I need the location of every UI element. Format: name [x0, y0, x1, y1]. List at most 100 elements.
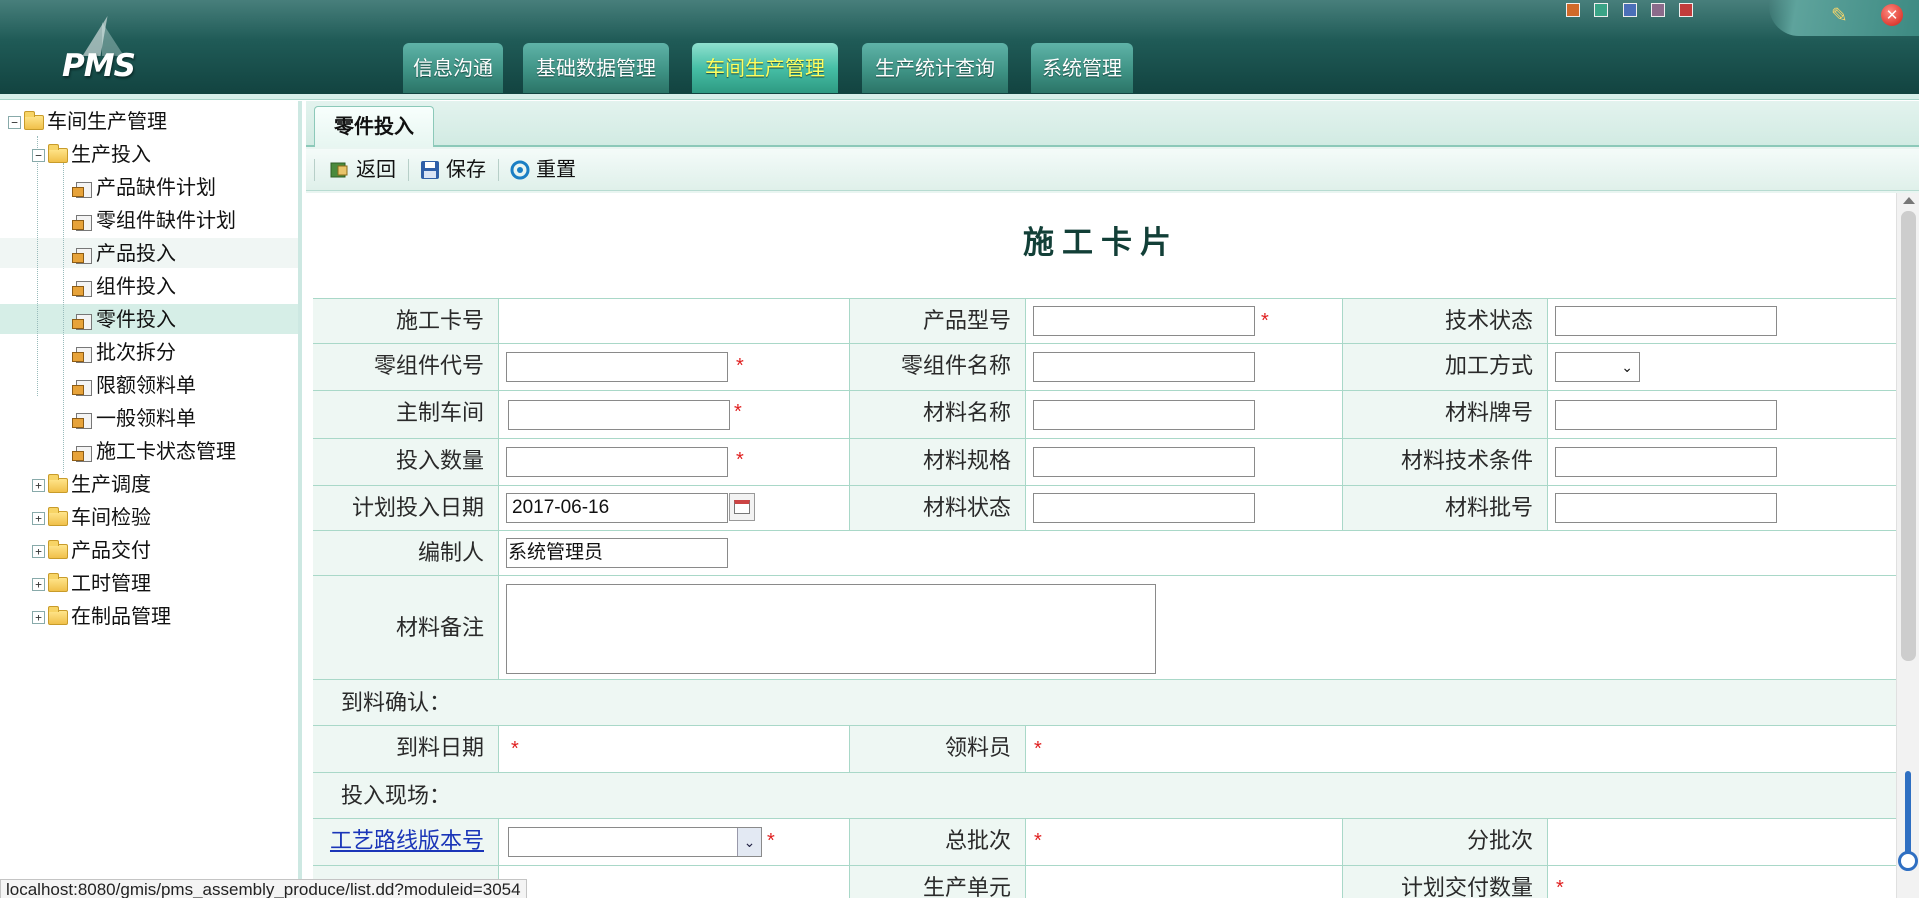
expand-icon[interactable]: +	[32, 512, 45, 526]
expand-icon[interactable]: +	[32, 479, 45, 493]
page-icon	[72, 279, 94, 297]
route-version-select[interactable]: ⌄	[508, 827, 762, 857]
material-note-textarea[interactable]	[506, 584, 1156, 674]
required-mark: *	[736, 449, 744, 471]
folder-icon	[48, 144, 68, 164]
plan-date-input[interactable]: 2017-06-16	[506, 493, 728, 523]
nav-tab-base-data[interactable]: 基础数据管理	[523, 43, 669, 93]
expand-icon[interactable]: +	[32, 611, 45, 625]
expand-icon[interactable]: +	[32, 545, 45, 559]
tree-item-label: 批次拆分	[96, 342, 176, 364]
editor-input[interactable]: 系统管理员	[506, 538, 728, 568]
process-method-select[interactable]: ⌄	[1555, 352, 1640, 382]
top-banner: PMS 信息沟通 基础数据管理 车间生产管理 生产统计查询 系统管理 ✎ ✕	[0, 0, 1919, 94]
main-panel: 零件投入 返回 保存 重置 施工卡片 施工卡号 产品型号 * 技术状态 零组件代…	[306, 101, 1919, 898]
tree-item-label: 限额领料单	[96, 375, 196, 397]
part-name-input[interactable]	[1033, 352, 1255, 382]
tree-item-product-shortage[interactable]: 产品缺件计划	[72, 171, 216, 204]
tab-part-input[interactable]: 零件投入	[314, 106, 434, 147]
page-icon	[72, 180, 94, 198]
required-mark: *	[1556, 877, 1564, 898]
tech-status-input[interactable]	[1555, 306, 1777, 336]
skin-blue-icon[interactable]	[1623, 3, 1637, 17]
material-batch-input[interactable]	[1555, 493, 1777, 523]
skin-red-icon[interactable]	[1679, 3, 1693, 17]
tree-group-label: 工时管理	[71, 573, 151, 595]
nav-tab-statistics[interactable]: 生产统计查询	[862, 43, 1008, 93]
label-material-tech-cond: 材料技术条件	[1342, 439, 1547, 485]
tree-item-label: 产品缺件计划	[96, 177, 216, 199]
form-row-1: 施工卡号 产品型号 * 技术状态	[313, 298, 1896, 343]
tree-item-product-input[interactable]: 产品投入	[72, 237, 176, 270]
label-card-no: 施工卡号	[313, 299, 498, 343]
page-icon	[72, 411, 94, 429]
tree-item-part-input[interactable]: 零件投入	[72, 303, 176, 336]
material-tech-cond-input[interactable]	[1555, 447, 1777, 477]
page-icon	[72, 246, 94, 264]
tree-root-label: 车间生产管理	[47, 111, 167, 133]
form-scrollbar[interactable]	[1896, 193, 1919, 898]
label-process-method: 加工方式	[1342, 344, 1547, 390]
scroll-thumb[interactable]	[1901, 211, 1916, 661]
page-icon	[72, 312, 94, 330]
close-icon[interactable]: ✕	[1881, 4, 1903, 26]
tree-item-quota-requisition[interactable]: 限额领料单	[72, 369, 196, 402]
label-main-workshop: 主制车间	[313, 391, 498, 438]
label-material-batch: 材料批号	[1342, 486, 1547, 530]
edit-pencil-icon[interactable]: ✎	[1831, 4, 1853, 26]
expand-icon[interactable]: +	[32, 578, 45, 592]
page-icon	[72, 213, 94, 231]
tree-item-label: 组件投入	[96, 276, 176, 298]
chevron-down-icon: ⌄	[737, 828, 761, 856]
tree-root[interactable]: − 车间生产管理	[8, 105, 167, 138]
collapse-icon[interactable]: −	[32, 149, 45, 163]
skin-green-icon[interactable]	[1594, 3, 1608, 17]
nav-tab-info[interactable]: 信息沟通	[403, 43, 503, 93]
label-material-state: 材料状态	[849, 486, 1025, 530]
tree-group-production-input[interactable]: − 生产投入	[32, 138, 151, 171]
material-grade-input[interactable]	[1555, 400, 1777, 430]
scroll-dial-icon[interactable]	[1898, 771, 1918, 881]
tree-item-label: 施工卡状态管理	[96, 441, 236, 463]
tree-group-label: 车间检验	[71, 507, 151, 529]
tree-item-general-requisition[interactable]: 一般领料单	[72, 402, 196, 435]
material-name-input[interactable]	[1033, 400, 1255, 430]
main-workshop-input[interactable]	[508, 400, 730, 430]
input-qty-input[interactable]	[506, 447, 728, 477]
tree-item-part-shortage[interactable]: 零组件缺件计划	[72, 204, 236, 237]
tree-item-label: 产品投入	[96, 243, 176, 265]
tree-group-wip[interactable]: + 在制品管理	[32, 600, 171, 633]
sidebar-tree: − 车间生产管理 − 生产投入 产品缺件计划 零组件缺件计划 产品投入 组件投入 零…	[0, 101, 302, 898]
tree-item-card-status[interactable]: 施工卡状态管理	[72, 435, 236, 468]
required-mark: *	[511, 738, 519, 760]
form-row-7: 材料备注	[313, 575, 1896, 679]
product-model-input[interactable]	[1033, 306, 1255, 336]
skin-purple-icon[interactable]	[1651, 3, 1665, 17]
save-button[interactable]: 保存	[418, 156, 486, 184]
collapse-icon[interactable]: −	[8, 116, 21, 130]
back-icon	[330, 162, 348, 178]
tree-group-label: 在制品管理	[71, 606, 171, 628]
tree-group-inspection[interactable]: + 车间检验	[32, 501, 151, 534]
skin-orange-icon[interactable]	[1566, 3, 1580, 17]
material-state-input[interactable]	[1033, 493, 1255, 523]
tree-group-delivery[interactable]: + 产品交付	[32, 534, 151, 567]
tree-item-batch-split[interactable]: 批次拆分	[72, 336, 176, 369]
route-version-link[interactable]: 工艺路线版本号	[330, 828, 484, 853]
header-divider	[0, 94, 1919, 100]
reset-button[interactable]: 重置	[508, 156, 576, 184]
save-label: 保存	[446, 159, 486, 181]
back-button[interactable]: 返回	[328, 156, 396, 184]
tree-group-work-hours[interactable]: + 工时管理	[32, 567, 151, 600]
scroll-up-icon[interactable]	[1903, 197, 1915, 204]
nav-tab-workshop[interactable]: 车间生产管理	[692, 43, 838, 93]
tree-group-scheduling[interactable]: + 生产调度	[32, 468, 151, 501]
calendar-icon[interactable]	[729, 493, 755, 521]
logo-text: PMS	[62, 48, 136, 84]
nav-tab-system[interactable]: 系统管理	[1031, 43, 1133, 93]
part-code-input[interactable]	[506, 352, 728, 382]
label-receiver: 领料员	[849, 726, 1025, 772]
tree-item-assembly-input[interactable]: 组件投入	[72, 270, 176, 303]
material-spec-input[interactable]	[1033, 447, 1255, 477]
folder-icon	[48, 606, 68, 626]
